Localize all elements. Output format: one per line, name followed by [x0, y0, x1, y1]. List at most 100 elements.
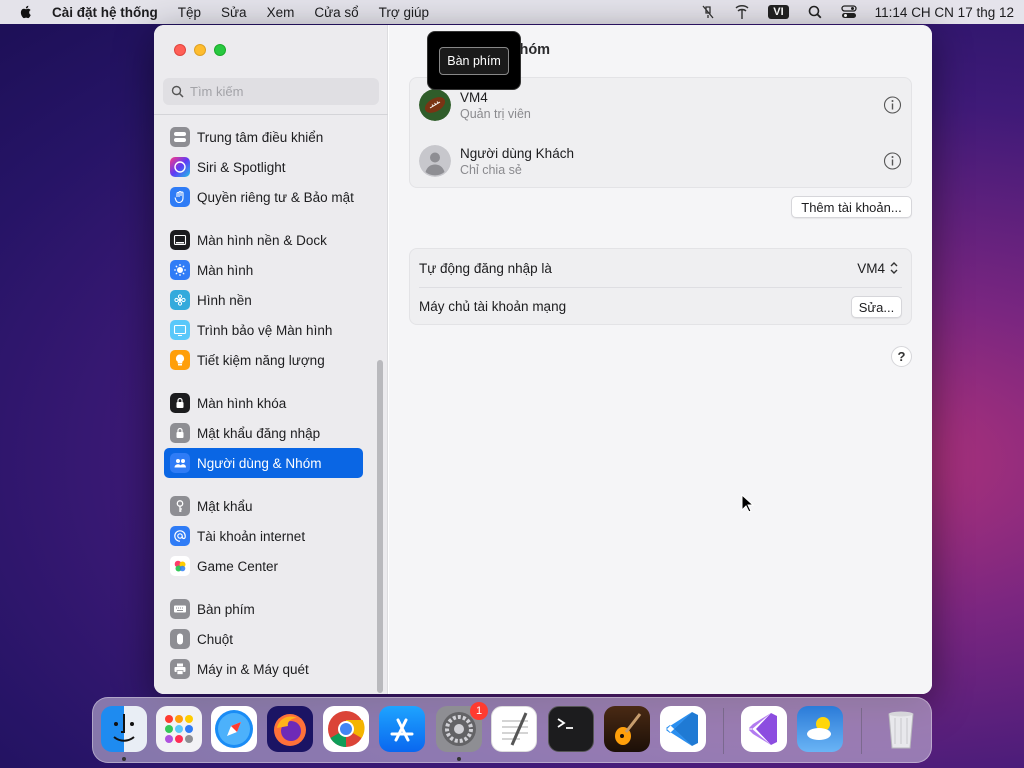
- info-icon[interactable]: [883, 96, 902, 115]
- visual-studio-icon[interactable]: [741, 706, 787, 752]
- close-button[interactable]: [174, 44, 186, 56]
- control-center-icon: [170, 127, 190, 147]
- minimize-button[interactable]: [194, 44, 206, 56]
- sun-icon: [170, 260, 190, 280]
- safari-icon[interactable]: [211, 706, 257, 752]
- spotlight-search-icon[interactable]: [807, 4, 823, 20]
- users-icon: [170, 453, 190, 473]
- weather-icon[interactable]: [797, 706, 843, 752]
- tooltip: Bàn phím: [427, 31, 521, 90]
- dock-icon: [170, 230, 190, 250]
- sidebar-item-privacy[interactable]: Quyền riêng tư & Bảo mật: [164, 182, 363, 212]
- sidebar-item-lock-screen[interactable]: Màn hình khóa: [164, 388, 363, 418]
- search-placeholder: Tìm kiếm: [190, 84, 244, 99]
- user-name: VM4: [460, 89, 488, 105]
- notification-badge: 1: [470, 702, 488, 720]
- terminal-icon[interactable]: [548, 706, 594, 752]
- textedit-icon[interactable]: [491, 706, 537, 752]
- control-center-icon[interactable]: [841, 4, 857, 20]
- sidebar-item-label: Người dùng & Nhóm: [197, 455, 322, 471]
- trash-icon[interactable]: [878, 706, 924, 752]
- chrome-icon[interactable]: [323, 706, 369, 752]
- apple-icon[interactable]: [18, 4, 34, 20]
- sidebar-item-passwords[interactable]: Mật khẩu: [164, 491, 363, 521]
- user-row-guest[interactable]: Người dùng Khách Chỉ chia sẻ: [410, 136, 911, 186]
- sidebar-item-keyboard[interactable]: Bàn phím: [164, 594, 363, 624]
- auto-login-row: Tự động đăng nhập là VM4: [410, 249, 911, 287]
- sidebar-item-label: Mật khẩu đăng nhập: [197, 425, 321, 441]
- guest-avatar: [419, 145, 451, 177]
- network-server-row: Máy chủ tài khoản mạng: [410, 287, 911, 325]
- sidebar-item-login-password[interactable]: Mật khẩu đăng nhập: [164, 418, 363, 448]
- keyboard-icon: [170, 599, 190, 619]
- sidebar-scrollbar[interactable]: [377, 360, 383, 693]
- garageband-icon[interactable]: [604, 706, 650, 752]
- sidebar-item-label: Bàn phím: [197, 601, 255, 617]
- tooltip-text: Bàn phím: [439, 46, 509, 75]
- input-source-icon[interactable]: VI: [768, 5, 789, 19]
- sidebar-item-siri[interactable]: Siri & Spotlight: [164, 152, 363, 182]
- add-account-button[interactable]: Thêm tài khoản...: [791, 196, 912, 218]
- sidebar-item-displays[interactable]: Màn hình: [164, 255, 363, 285]
- sidebar-item-label: Màn hình nền & Dock: [197, 232, 327, 248]
- menu-clock[interactable]: 11:14 CH CN 17 thg 12: [875, 5, 1014, 20]
- sidebar-item-label: Màn hình: [197, 262, 254, 278]
- sidebar-item-label: Chuột: [197, 631, 234, 647]
- sidebar-item-label: Siri & Spotlight: [197, 159, 286, 175]
- firefox-icon[interactable]: [267, 706, 313, 752]
- finder-icon[interactable]: [101, 706, 147, 752]
- sidebar-item-printers[interactable]: Máy in & Máy quét: [164, 654, 363, 684]
- sidebar-item-label: Trung tâm điều khiển: [197, 129, 324, 145]
- user-role: Quản trị viên: [460, 106, 531, 121]
- help-button[interactable]: ?: [891, 346, 912, 367]
- main-pane: Nhóm VM4 Quản trị viên Người dùng Khách: [389, 25, 932, 694]
- sidebar-item-screensaver[interactable]: Trình bảo vệ Màn hình: [164, 315, 363, 345]
- menu-help[interactable]: Trợ giúp: [379, 5, 429, 20]
- menu-window[interactable]: Cửa sổ: [314, 5, 358, 20]
- mouse-icon: [170, 629, 190, 649]
- menu-edit[interactable]: Sửa: [221, 5, 247, 20]
- sidebar-item-label: Trình bảo vệ Màn hình: [197, 322, 333, 338]
- user-name: Người dùng Khách: [460, 145, 574, 161]
- network-server-label: Máy chủ tài khoản mạng: [419, 298, 567, 314]
- sidebar-item-label: Tài khoản internet: [197, 528, 306, 544]
- running-indicator: [122, 757, 126, 761]
- edit-button[interactable]: Sửa...: [851, 296, 902, 318]
- menu-bar: Cài đặt hệ thống Tệp Sửa Xem Cửa sổ Trợ …: [0, 0, 1024, 24]
- menu-view[interactable]: Xem: [267, 5, 295, 20]
- sidebar-item-label: Mật khẩu: [197, 498, 253, 514]
- screensaver-icon: [170, 320, 190, 340]
- login-options-card: Tự động đăng nhập là VM4 Máy chủ tài kho…: [409, 248, 912, 325]
- auto-login-label: Tự động đăng nhập là: [419, 260, 552, 276]
- search-icon: [171, 85, 184, 98]
- menu-file[interactable]: Tệp: [178, 5, 201, 20]
- sidebar-item-internet-accounts[interactable]: Tài khoản internet: [164, 521, 363, 551]
- sidebar-item-wallpaper[interactable]: Hình nền: [164, 285, 363, 315]
- mic-muted-icon[interactable]: [700, 4, 716, 20]
- at-icon: [170, 526, 190, 546]
- sidebar-item-users-groups[interactable]: Người dùng & Nhóm: [164, 448, 363, 478]
- app-store-icon[interactable]: [379, 706, 425, 752]
- menu-app-name[interactable]: Cài đặt hệ thống: [52, 5, 158, 20]
- sidebar-item-label: Quyền riêng tư & Bảo mật: [197, 189, 354, 205]
- auto-login-popup[interactable]: VM4: [857, 261, 899, 276]
- users-card: VM4 Quản trị viên Người dùng Khách Chỉ c…: [409, 77, 912, 188]
- sidebar-item-mouse[interactable]: Chuột: [164, 624, 363, 654]
- vscode-icon[interactable]: [660, 706, 706, 752]
- search-input[interactable]: Tìm kiếm: [163, 78, 379, 105]
- settings-window: Tìm kiếm Trung tâm điều khiển Siri & Spo…: [154, 25, 932, 694]
- sidebar-item-energy[interactable]: Tiết kiệm năng lượng: [164, 345, 363, 375]
- sidebar-item-desktop-dock[interactable]: Màn hình nền & Dock: [164, 225, 363, 255]
- lock-screen-icon: [170, 393, 190, 413]
- network-icon[interactable]: [734, 4, 750, 20]
- sidebar-item-label: Máy in & Máy quét: [197, 661, 309, 677]
- dock: 1: [92, 697, 932, 763]
- zoom-button[interactable]: [214, 44, 226, 56]
- sidebar-item-game-center[interactable]: Game Center: [164, 551, 363, 581]
- info-icon[interactable]: [883, 152, 902, 171]
- sidebar-item-label: Tiết kiệm năng lượng: [197, 352, 325, 368]
- lock-icon: [170, 423, 190, 443]
- launchpad-icon[interactable]: [156, 706, 202, 752]
- running-indicator: [457, 757, 461, 761]
- sidebar-item-control-center[interactable]: Trung tâm điều khiển: [164, 122, 363, 152]
